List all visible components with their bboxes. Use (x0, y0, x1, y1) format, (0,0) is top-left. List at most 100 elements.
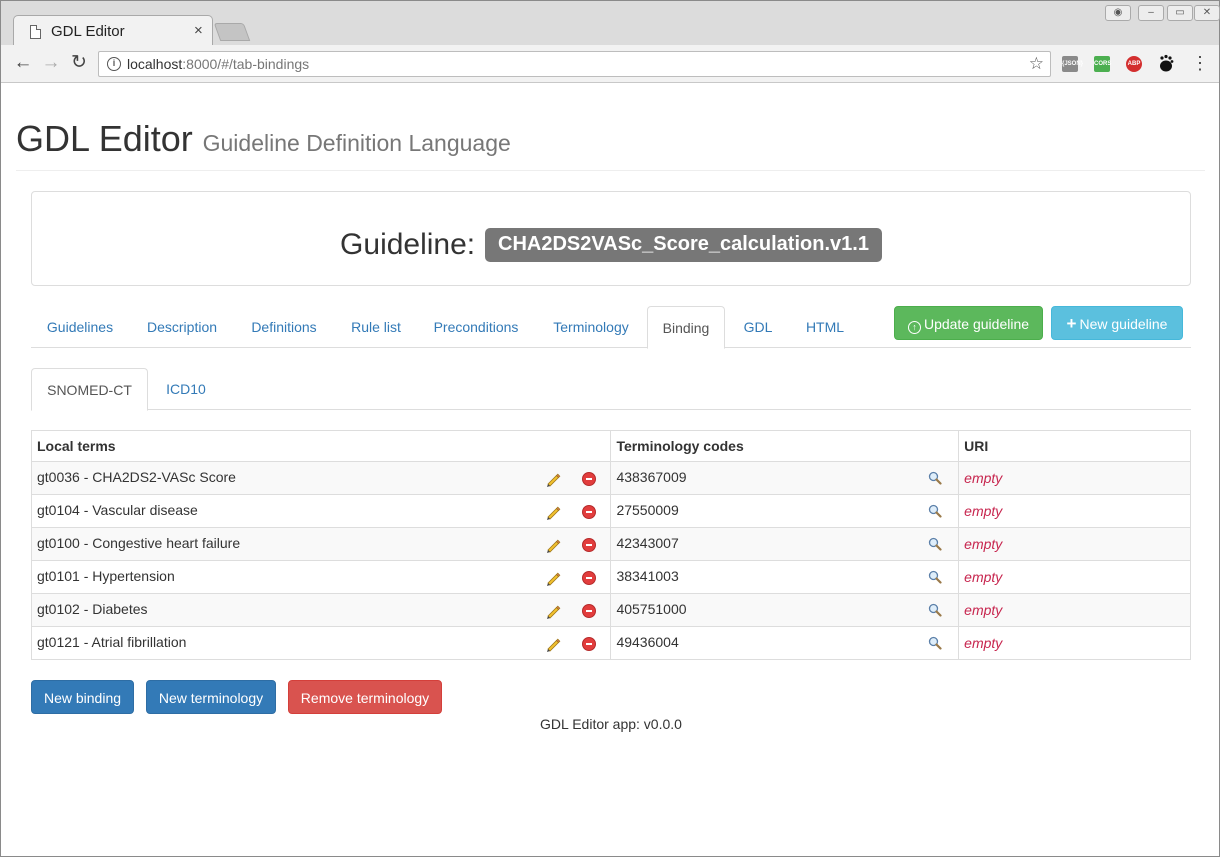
pencil-edit-icon[interactable] (545, 504, 561, 520)
minimize-button[interactable]: – (1138, 5, 1164, 21)
tab-close-button[interactable]: × (194, 22, 203, 39)
browser-tab-title: GDL Editor (51, 23, 125, 40)
search-icon[interactable] (928, 537, 943, 551)
pencil-edit-icon[interactable] (545, 636, 561, 652)
pencil-edit-icon[interactable] (545, 603, 561, 619)
main-tabs: Guidelines Description Definitions Rule … (31, 306, 1191, 349)
remove-circle-icon[interactable] (582, 538, 596, 552)
local-term-cell: gt0036 - CHA2DS2-VASc Score (30, 461, 612, 495)
tab-binding[interactable]: Binding (647, 306, 725, 349)
cors-extension-icon[interactable]: CORS (1094, 56, 1111, 72)
tab-rule-list[interactable]: Rule list (337, 306, 415, 348)
url-text[interactable]: localhost:8000/#/tab-bindings (127, 56, 309, 72)
bookmark-star-icon[interactable]: ☆ (1029, 54, 1044, 74)
table-row: gt0121 - Atrial fibrillation 49436004 empt… (30, 626, 1191, 660)
gnome-extension-icon[interactable] (1158, 54, 1174, 72)
tab-gdl[interactable]: GDL (731, 306, 785, 348)
close-window-button[interactable]: ✕ (1194, 5, 1220, 21)
uri-cell: empty (958, 560, 1191, 594)
remove-circle-icon[interactable] (582, 472, 596, 486)
address-bar[interactable]: i localhost:8000/#/tab-bindings ☆ (98, 51, 1051, 77)
terminology-code-cell: 405751000 (610, 593, 960, 627)
browser-tab[interactable]: GDL Editor × (13, 15, 213, 47)
new-tab-button[interactable] (213, 23, 251, 41)
pencil-edit-icon[interactable] (545, 570, 561, 586)
table-header-row: Local terms Terminology codes URI (30, 430, 1191, 462)
terminology-code-cell: 49436004 (610, 626, 960, 660)
back-arrow-icon[interactable]: ← (11, 51, 35, 75)
terminology-code-text: 438367009 (616, 469, 687, 485)
update-guideline-button[interactable]: ↑ Update guideline (894, 306, 1043, 340)
pencil-edit-icon[interactable] (545, 471, 561, 487)
uri-cell: empty (958, 527, 1191, 561)
search-icon[interactable] (928, 504, 943, 518)
page-icon (30, 25, 41, 39)
uri-cell: empty (958, 494, 1191, 528)
new-binding-button[interactable]: New binding (31, 680, 134, 714)
tab-guidelines[interactable]: Guidelines (31, 306, 129, 348)
tab-terminology[interactable]: Terminology (539, 306, 643, 348)
url-path: :8000/#/tab-bindings (182, 56, 310, 72)
search-icon[interactable] (928, 471, 943, 485)
maximize-button[interactable]: ▭ (1167, 5, 1193, 21)
guideline-panel: Guideline: CHA2DS2VASc_Score_calculation… (31, 191, 1191, 286)
uri-value[interactable]: empty (964, 503, 1002, 519)
local-term-text: gt0102 - Diabetes (37, 601, 148, 617)
search-icon[interactable] (928, 570, 943, 584)
terminology-code-cell: 438367009 (610, 461, 960, 495)
search-icon[interactable] (928, 636, 943, 650)
page-header: GDL Editor Guideline Definition Language (16, 118, 1205, 171)
terminology-code-text: 405751000 (616, 601, 687, 617)
plus-icon: + (1066, 314, 1077, 333)
browser-toolbar: ← → ↻ i localhost:8000/#/tab-bindings ☆ … (1, 45, 1219, 83)
info-icon[interactable]: i (107, 57, 121, 71)
browser-menu-icon[interactable]: ⋮ (1191, 53, 1209, 74)
reload-icon[interactable]: ↻ (67, 51, 91, 75)
guideline-name-badge: CHA2DS2VASc_Score_calculation.v1.1 (485, 228, 882, 262)
browser-window: GDL Editor × ◉ – ▭ ✕ ← → ↻ i localhost:8… (0, 0, 1220, 857)
subtab-icd10[interactable]: ICD10 (152, 368, 220, 410)
uri-value[interactable]: empty (964, 470, 1002, 486)
terminology-code-text: 49436004 (616, 634, 679, 650)
tab-description[interactable]: Description (133, 306, 231, 348)
new-terminology-button[interactable]: New terminology (146, 680, 276, 714)
adblock-extension-icon[interactable]: ABP (1126, 56, 1142, 72)
terminology-code-cell: 42343007 (610, 527, 960, 561)
local-term-cell: gt0104 - Vascular disease (30, 494, 612, 528)
url-host: localhost (127, 56, 183, 72)
app-version: GDL Editor app: v0.0.0 (540, 716, 682, 732)
new-guideline-label: New guideline (1079, 316, 1168, 332)
tab-preconditions[interactable]: Preconditions (421, 306, 531, 348)
local-term-text: gt0121 - Atrial fibrillation (37, 634, 187, 650)
circle-arrow-up-icon: ↑ (907, 321, 921, 334)
tab-html[interactable]: HTML (793, 306, 857, 348)
terminology-code-text: 27550009 (616, 502, 679, 518)
remove-circle-icon[interactable] (582, 637, 596, 651)
update-guideline-label: Update guideline (923, 316, 1030, 332)
local-term-cell: gt0101 - Hypertension (30, 560, 612, 594)
table-row: gt0036 - CHA2DS2-VASc Score 438367009 empt… (30, 461, 1191, 495)
uri-value[interactable]: empty (964, 635, 1002, 651)
tab-definitions[interactable]: Definitions (237, 306, 331, 348)
forward-arrow-icon[interactable]: → (39, 51, 63, 75)
search-icon[interactable] (928, 603, 943, 617)
title-bar: GDL Editor × ◉ – ▭ ✕ (1, 1, 1220, 47)
pencil-edit-icon[interactable] (545, 537, 561, 553)
subtab-snomed-ct[interactable]: SNOMED-CT (31, 368, 148, 411)
new-guideline-button[interactable]: + New guideline (1051, 306, 1183, 340)
remove-circle-icon[interactable] (582, 604, 596, 618)
local-term-text: gt0036 - CHA2DS2-VASc Score (37, 469, 236, 485)
table-row: gt0104 - Vascular disease 27550009 empty (30, 494, 1191, 528)
terminology-code-text: 38341003 (616, 568, 679, 584)
uri-value[interactable]: empty (964, 536, 1002, 552)
remove-circle-icon[interactable] (582, 505, 596, 519)
page-subtitle: Guideline Definition Language (202, 130, 511, 156)
remove-circle-icon[interactable] (582, 571, 596, 585)
remove-terminology-button[interactable]: Remove terminology (288, 680, 442, 714)
terminology-code-text: 42343007 (616, 535, 679, 551)
guideline-label: Guideline: (340, 228, 476, 261)
uri-value[interactable]: empty (964, 569, 1002, 585)
profile-icon[interactable]: ◉ (1105, 5, 1131, 21)
uri-value[interactable]: empty (964, 602, 1002, 618)
json-extension-icon[interactable]: {JSON} (1062, 56, 1083, 72)
